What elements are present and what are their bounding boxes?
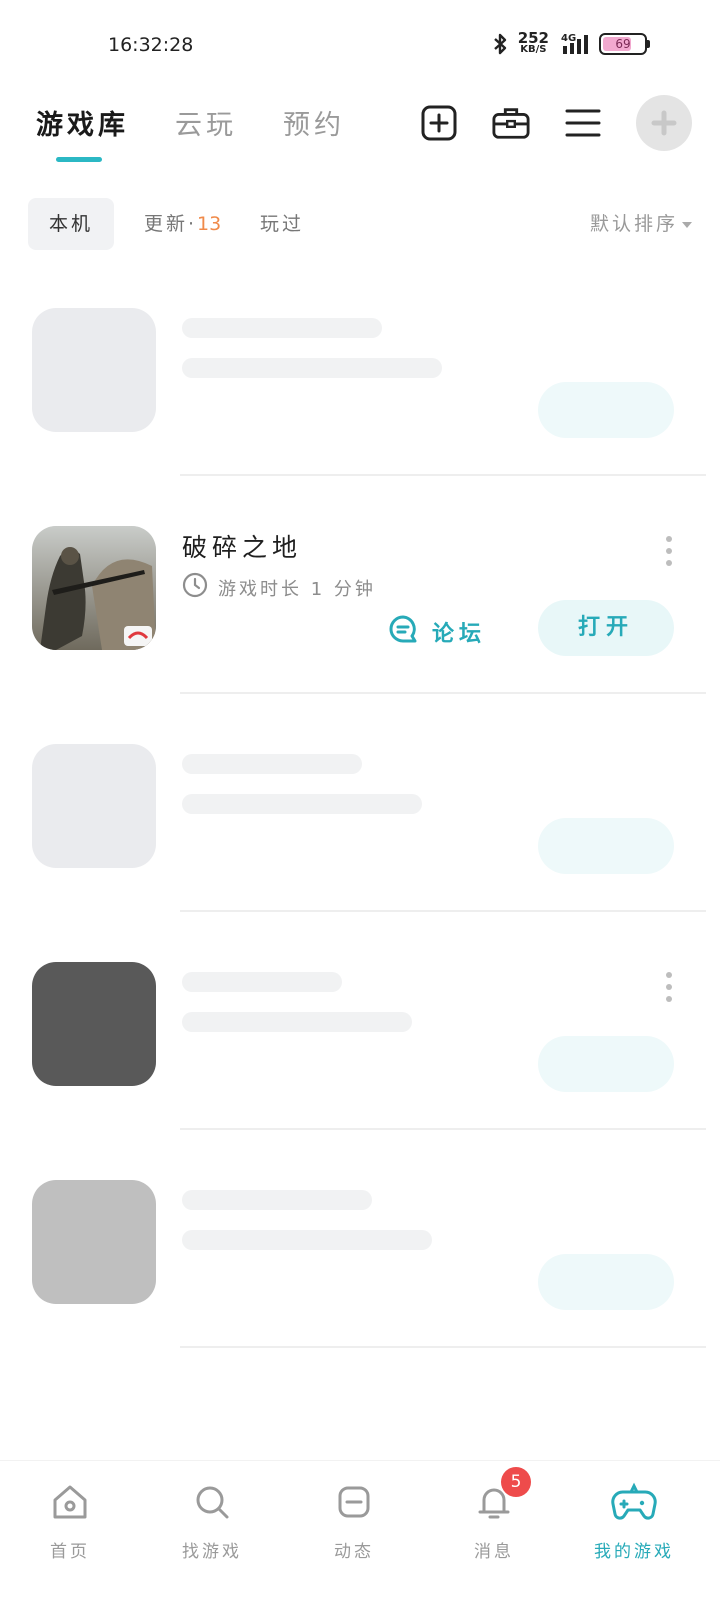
placeholder-line (182, 358, 442, 378)
battery-body: 69 (599, 33, 647, 55)
game-icon-placeholder (32, 1180, 156, 1304)
header: 游戏库 云玩 预约 (0, 95, 720, 165)
filter-update-label: 更新· (144, 213, 198, 235)
placeholder-line (182, 318, 382, 338)
nav-label: 找游戏 (182, 1542, 242, 1562)
placeholder-button (538, 1036, 674, 1092)
playtime-text: 游戏时长 1 分钟 (218, 578, 376, 600)
placeholder-line (182, 1012, 412, 1032)
active-tab-indicator (56, 157, 102, 162)
list-item-redacted[interactable] (0, 912, 720, 1130)
gamepad-icon (611, 1479, 657, 1525)
home-icon (47, 1479, 93, 1525)
filter-local[interactable]: 本机 (28, 198, 114, 250)
signal-4g-icon: 4G (557, 32, 591, 56)
game-list: 破碎之地 游戏时长 1 分钟 论坛 打开 (0, 258, 720, 1348)
list-item-redacted[interactable] (0, 258, 720, 476)
status-indicators: 252 KB/S 4G 69 (492, 29, 650, 56)
menu-icon[interactable] (564, 104, 602, 142)
caret-down-icon (682, 221, 692, 228)
open-game-button[interactable]: 打开 (538, 600, 674, 656)
tab-cloud-play[interactable]: 云玩 (175, 103, 237, 159)
nav-feed[interactable]: 动态 (294, 1479, 414, 1562)
game-icon[interactable] (32, 526, 156, 650)
list-item-redacted[interactable] (0, 1130, 720, 1348)
bottom-nav: 首页 找游戏 动态 5 消息 我的游戏 (0, 1460, 720, 1600)
tab-label: 云玩 (175, 110, 237, 141)
sort-dropdown[interactable]: 默认排序 (590, 198, 692, 250)
nav-label: 我的游戏 (594, 1542, 674, 1562)
placeholder-line (182, 1190, 372, 1210)
nav-label: 首页 (50, 1542, 90, 1562)
list-item-game[interactable]: 破碎之地 游戏时长 1 分钟 论坛 打开 (0, 476, 720, 694)
game-icon-placeholder (32, 744, 156, 868)
divider (180, 1346, 706, 1348)
header-actions (420, 95, 692, 151)
nav-label: 消息 (474, 1542, 514, 1562)
playtime: 游戏时长 1 分钟 (182, 572, 376, 603)
nav-find-game[interactable]: 找游戏 (152, 1479, 272, 1562)
forum-button[interactable]: 论坛 (388, 614, 486, 650)
filter-updates[interactable]: 更新·13 (144, 198, 221, 250)
nav-my-games[interactable]: 我的游戏 (574, 1479, 694, 1562)
net-speed-value: 252 (517, 29, 549, 47)
placeholder-line (182, 794, 422, 814)
tab-label: 预约 (283, 110, 345, 141)
nav-home[interactable]: 首页 (10, 1479, 130, 1562)
bell-icon: 5 (471, 1467, 531, 1525)
placeholder-line (182, 972, 342, 992)
add-square-icon[interactable] (420, 104, 458, 142)
feed-icon (331, 1479, 377, 1525)
placeholder-line (182, 754, 362, 774)
forum-chat-icon (388, 614, 420, 650)
battery-icon: 69 (599, 33, 650, 55)
placeholder-button (538, 1254, 674, 1310)
avatar[interactable] (636, 95, 692, 151)
top-tabs: 游戏库 云玩 预约 (36, 103, 345, 162)
net-speed-unit: KB/S (520, 44, 547, 55)
find-game-icon (189, 1479, 235, 1525)
clock-icon (182, 572, 208, 603)
net-speed: 252 KB/S (517, 29, 549, 56)
more-options-icon[interactable] (666, 536, 672, 566)
filter-played[interactable]: 玩过 (260, 198, 304, 250)
notification-badge: 5 (501, 1467, 531, 1497)
bluetooth-icon (492, 33, 510, 55)
nav-messages[interactable]: 5 消息 (434, 1467, 554, 1562)
placeholder-button (538, 818, 674, 874)
tab-label: 游戏库 (36, 110, 129, 141)
list-item-redacted[interactable] (0, 694, 720, 912)
game-icon-placeholder (32, 308, 156, 432)
toolbox-icon[interactable] (492, 104, 530, 142)
placeholder-line (182, 1230, 432, 1250)
svg-text:4G: 4G (561, 33, 576, 44)
sort-label: 默认排序 (589, 213, 678, 235)
tab-game-library[interactable]: 游戏库 (36, 103, 129, 162)
status-bar: 16:32:28 252 KB/S 4G 69 (0, 0, 720, 90)
nav-label: 动态 (334, 1542, 374, 1562)
game-icon-placeholder (32, 962, 156, 1086)
game-name[interactable]: 破碎之地 (182, 528, 302, 564)
battery-level: 69 (615, 37, 631, 51)
battery-cap (647, 40, 650, 48)
forum-label: 论坛 (432, 622, 487, 647)
status-time: 16:32:28 (108, 34, 194, 56)
more-options-icon[interactable] (666, 972, 672, 1002)
placeholder-button (538, 382, 674, 438)
filter-row: 本机 更新·13 玩过 默认排序 (28, 198, 692, 250)
filter-update-count: 13 (197, 213, 222, 235)
tab-reservation[interactable]: 预约 (283, 103, 345, 159)
